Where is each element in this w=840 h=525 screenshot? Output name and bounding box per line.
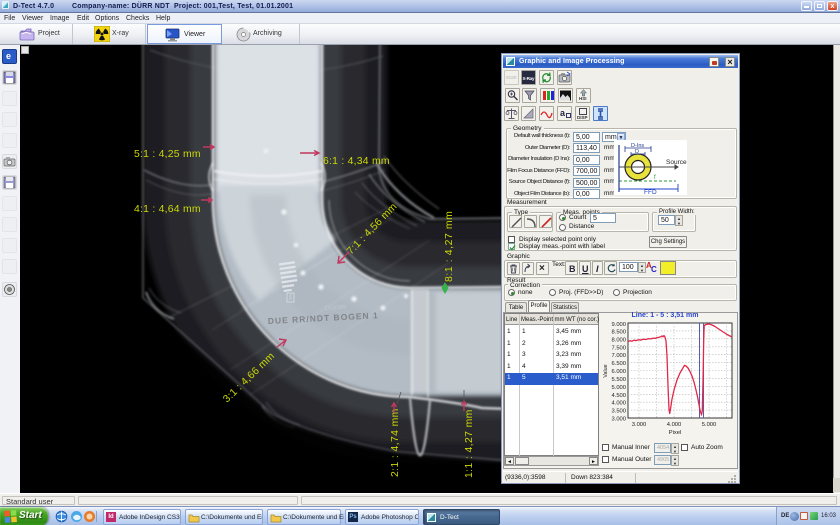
svg-text:DUERR: DUERR: [325, 305, 347, 312]
svg-text:6:1 : 4,34 mm: 6:1 : 4,34 mm: [323, 156, 390, 167]
svg-text:5.500: 5.500: [611, 377, 626, 383]
svg-text:Line: 1 - 5 : 3,51 mm: Line: 1 - 5 : 3,51 mm: [632, 312, 699, 319]
svg-text:Value: Value: [603, 364, 609, 377]
svg-text:5.000: 5.000: [702, 422, 717, 428]
svg-text:Pixel: Pixel: [669, 430, 682, 436]
svg-text:8.500: 8.500: [611, 330, 626, 336]
svg-text:7.500: 7.500: [611, 345, 626, 351]
svg-text:2:1 : 4,74 mm: 2:1 : 4,74 mm: [390, 408, 401, 477]
svg-text:4.000: 4.000: [667, 422, 682, 428]
svg-text:3.000: 3.000: [611, 417, 626, 423]
svg-text:1:1 : 4,27 mm: 1:1 : 4,27 mm: [464, 409, 475, 478]
svg-text:FFD: FFD: [644, 189, 657, 195]
svg-text:6.500: 6.500: [611, 361, 626, 367]
svg-text:9.000: 9.000: [611, 322, 626, 328]
svg-text:D: D: [635, 149, 639, 155]
svg-text:3.500: 3.500: [611, 409, 626, 415]
svg-text:Source: Source: [666, 159, 687, 166]
svg-text:4.000: 4.000: [611, 401, 626, 407]
svg-text:5.000: 5.000: [611, 385, 626, 391]
svg-text:7.000: 7.000: [611, 353, 626, 359]
svg-text:8.000: 8.000: [611, 337, 626, 343]
svg-text:3.000: 3.000: [632, 422, 647, 428]
svg-text:8:1 : 4,27 mm: 8:1 : 4,27 mm: [444, 211, 455, 282]
svg-text:5:1 : 4,25 mm: 5:1 : 4,25 mm: [134, 149, 201, 160]
svg-text:4:1 : 4,64 mm: 4:1 : 4,64 mm: [134, 204, 201, 215]
svg-text:4.500: 4.500: [611, 393, 626, 399]
svg-text:6.000: 6.000: [611, 369, 626, 375]
